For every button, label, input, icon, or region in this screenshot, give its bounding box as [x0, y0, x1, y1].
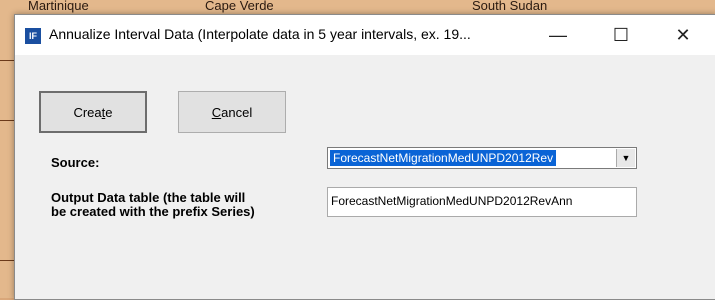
cancel-mnemonic: C [211, 104, 222, 120]
minimize-button[interactable]: — [535, 15, 581, 55]
maximize-button[interactable]: ☐ [598, 15, 644, 55]
source-dropdown[interactable]: ForecastNetMigrationMedUNPD2012Rev ▼ [327, 147, 637, 169]
cancel-button[interactable]: Cancel [178, 91, 286, 133]
map-border-line [0, 60, 14, 61]
output-table-input[interactable]: ForecastNetMigrationMedUNPD2012RevAnn [327, 187, 637, 217]
output-label-line2: be created with the prefix Series) [51, 204, 255, 219]
chevron-down-icon[interactable]: ▼ [616, 149, 635, 167]
annualize-dialog: IF Annualize Interval Data (Interpolate … [14, 14, 715, 300]
map-label-martinique: Martinique [28, 0, 89, 13]
close-button[interactable]: ✕ [660, 15, 706, 55]
source-selected-value: ForecastNetMigrationMedUNPD2012Rev [330, 150, 557, 166]
create-button[interactable]: Crea t e [39, 91, 147, 133]
map-label-cape-verde: Cape Verde [205, 0, 274, 13]
output-label-line1: Output Data table (the table will [51, 190, 246, 205]
app-icon: IF [25, 28, 41, 44]
cancel-label-end: ancel [221, 104, 253, 120]
create-label-end: e [105, 104, 113, 120]
window-title: Annualize Interval Data (Interpolate dat… [49, 26, 471, 42]
map-border-line [0, 260, 14, 261]
map-border-line [0, 120, 14, 121]
title-bar[interactable]: IF Annualize Interval Data (Interpolate … [15, 15, 715, 55]
source-label: Source: [51, 155, 100, 170]
create-label-start: Crea [73, 104, 102, 120]
map-label-south-sudan: South Sudan [472, 0, 548, 13]
